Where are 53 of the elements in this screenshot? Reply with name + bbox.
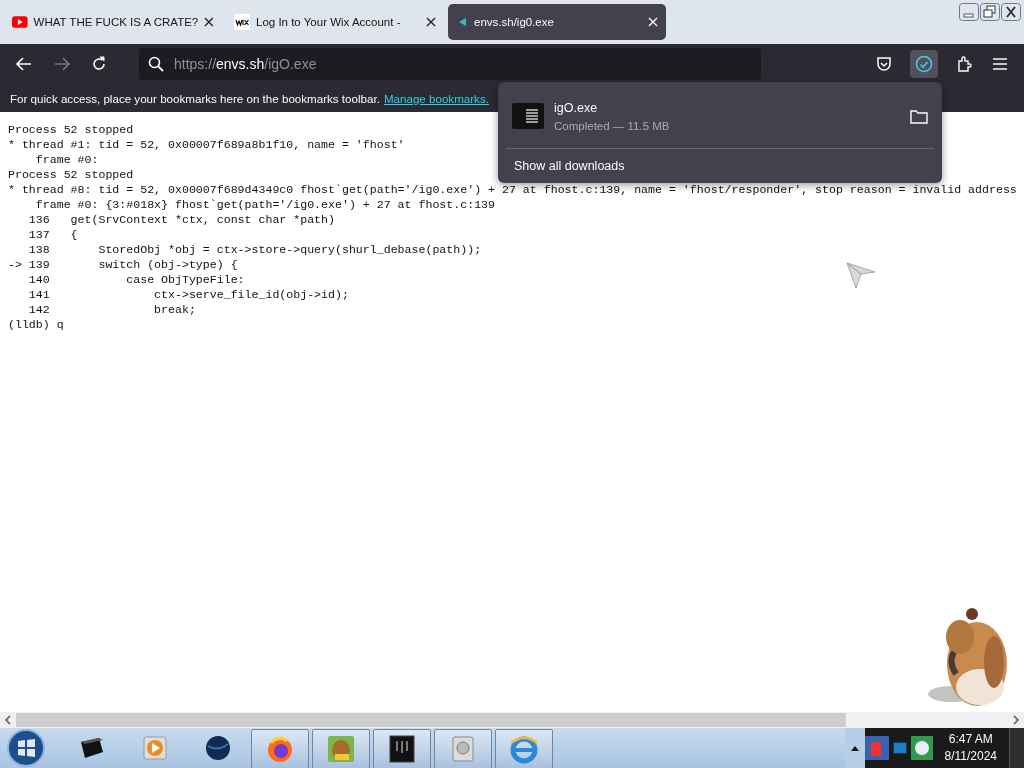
file-icon [512,103,544,129]
play-icon [12,16,28,28]
terminal-line: 142 break; [27,302,196,317]
manage-bookmarks-link[interactable]: Manage bookmarks. [383,91,489,105]
terminal-line: Process 52 stopped [8,167,134,182]
clock-time[interactable]: 6:47 AM [944,731,997,748]
folder-icon[interactable] [910,108,928,124]
scroll-left-icon[interactable] [4,715,12,725]
horizontal-scrollbar[interactable] [0,712,1024,728]
downloads-button[interactable] [910,50,938,78]
terminal-line: -> 139 switch (obj->type) { [8,257,238,272]
back-icon[interactable] [15,56,33,72]
download-status: Completed — 11.5 MB [554,119,671,132]
file-name: igO.exe [554,100,599,115]
reload-icon[interactable] [91,56,107,72]
terminal-line: 140 case ObjTypeFile: [27,272,245,287]
terminal-line: 136 get(SrvContext *ctx, const char *path) [27,212,335,227]
terminal-line: (lldb) q [8,317,64,332]
close-icon[interactable] [204,17,214,27]
close-icon[interactable] [426,17,436,27]
browser-tab[interactable]: envs.sh/ig0.exe [448,4,666,40]
show-all-downloads-item[interactable]: Show all downloads [506,153,934,177]
paper-plane-icon [846,262,876,290]
restore-icon[interactable] [980,3,1000,21]
terminal-line: 137 { [27,227,78,242]
wix-logo-icon [234,14,250,30]
forward-icon[interactable] [53,56,71,72]
terminal-line: 141 ctx->serve_file_id(obj->id); [27,287,349,302]
url-text: https://envs.sh/igO.exe [174,56,317,72]
terminal-line: frame #0: {3:#018x} fhost`get(path='/ig0.exe') + 27 at fhost.c:139 [34,197,496,212]
search-icon [148,56,164,72]
address-bar[interactable]: https://envs.sh/igO.exe [139,48,761,80]
browser-tab[interactable]: Log In to Your Wix Account - [226,4,444,40]
terminal-line: * thread #1: tid = 52, 0x00007f689a8b1f10, name = 'fhost' [8,137,405,152]
terminal-line: frame #0: [34,152,99,167]
tray-app-icon[interactable] [910,736,933,760]
minimize-icon[interactable] [959,3,979,21]
close-icon[interactable] [1001,3,1021,21]
terminal-line: * thread #8: tid = 52, 0x00007f689d4349c0 fhost`get(path='/ig0.exe') + 27 at fhost.c:139, name = 'fhost/responder', stop reason = invalid address [8,182,1017,197]
terminal-line: Process 52 stopped [8,122,134,137]
up-arrow-icon[interactable] [850,745,859,751]
menu-icon[interactable] [992,57,1008,71]
browser-tab[interactable]: WHAT THE FUCK IS A CRATE? [4,4,222,40]
download-item[interactable]: igO.exe Completed — 11.5 MB [506,88,934,144]
extensions-icon[interactable] [956,55,974,73]
pocket-icon[interactable] [876,56,892,72]
monitor-icon[interactable] [892,742,907,754]
terminal-line: 138 StoredObj *obj = ctx->store->query(shurl_debase(path)); [27,242,482,257]
scroll-right-icon[interactable] [1012,715,1020,725]
bookmarks-message: For quick access, place your bookmarks here on the bookmarks toolbar. [10,91,380,105]
taskbar-app[interactable] [373,729,431,768]
start-button[interactable] [6,728,46,768]
clock-date[interactable]: 8/11/2024 [944,748,997,765]
